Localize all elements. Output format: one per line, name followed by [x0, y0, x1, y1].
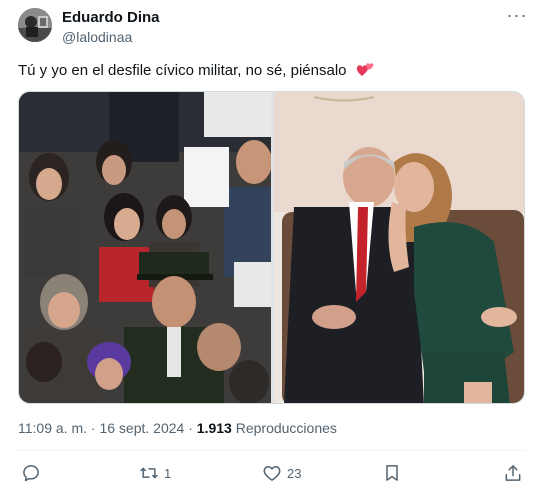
reply-button[interactable] — [21, 462, 46, 484]
tweet-media[interactable] — [18, 91, 525, 404]
retweet-icon — [140, 467, 158, 479]
two-hearts-icon — [355, 61, 375, 82]
photo-couple[interactable] — [274, 92, 524, 403]
author-name[interactable]: Eduardo Dina — [62, 9, 160, 26]
bookmark-icon — [386, 465, 398, 481]
photo-crowd[interactable] — [19, 92, 271, 403]
divider — [18, 450, 525, 451]
views-count: 1.913 — [196, 420, 232, 436]
tweet-time[interactable]: 11:09 a. m. — [18, 420, 87, 436]
like-button[interactable]: 23 — [262, 462, 301, 484]
reply-icon — [23, 465, 39, 482]
tweet-meta: 11:09 a. m. · 16 sept. 2024 · 1.913 Repr… — [18, 420, 337, 436]
retweet-button[interactable]: 1 — [139, 462, 171, 484]
more-dots-icon[interactable]: ··· — [506, 6, 528, 28]
meta-separator-1: · — [90, 420, 96, 436]
tweet-date[interactable]: 16 sept. 2024 — [99, 420, 184, 436]
author-handle[interactable]: @lalodinaa — [62, 29, 132, 45]
meta-separator-2: · — [188, 420, 193, 436]
share-button[interactable] — [503, 462, 523, 484]
like-count: 23 — [287, 465, 302, 481]
heart-icon — [263, 466, 281, 481]
tweet-card: Eduardo Dina @lalodinaa ··· Tú y yo en e… — [0, 0, 537, 495]
avatar[interactable] — [18, 8, 52, 42]
bookmark-button[interactable] — [382, 462, 402, 484]
retweet-count: 1 — [164, 465, 172, 481]
tweet-text: Tú y yo en el desfile cívico militar, no… — [18, 61, 375, 82]
share-icon — [505, 465, 521, 481]
views-label: Reproducciones — [235, 420, 337, 436]
tweet-body: Tú y yo en el desfile cívico militar, no… — [18, 62, 347, 79]
